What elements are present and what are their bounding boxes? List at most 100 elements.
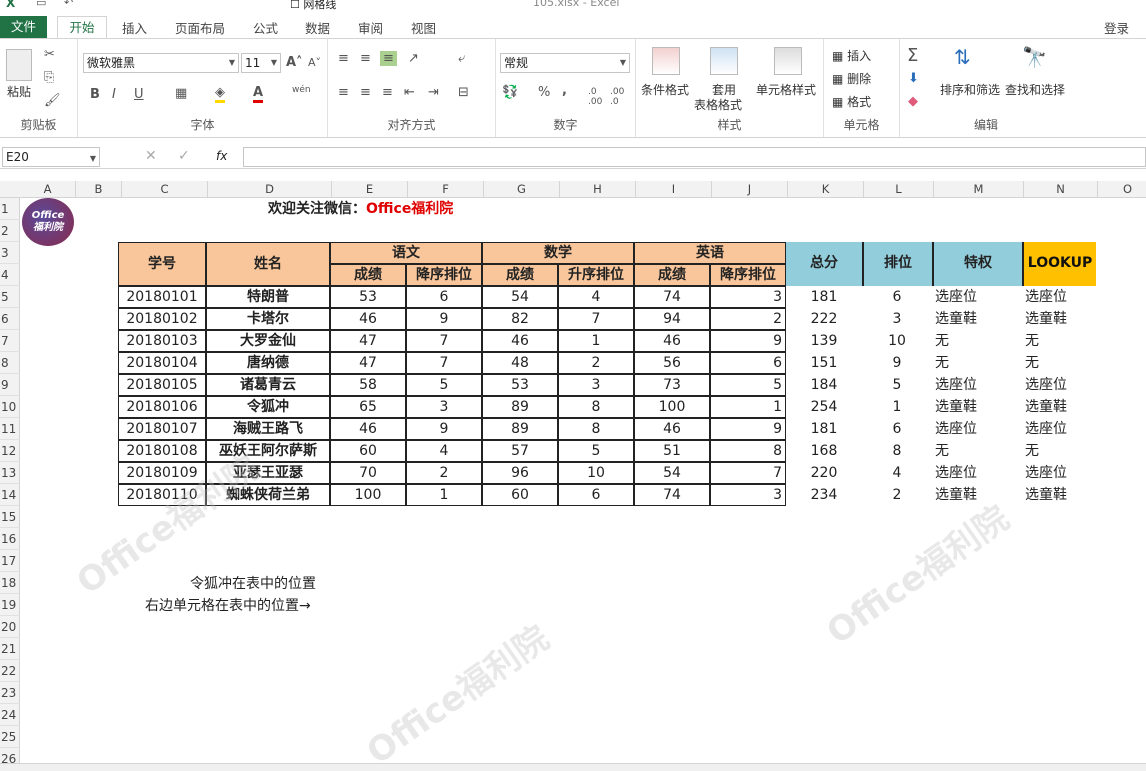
align-bottom-icon[interactable]: ≡ — [380, 51, 397, 66]
comma-button[interactable]: , — [562, 83, 567, 98]
worksheet-grid[interactable]: Office 福利院 欢迎关注微信：Office福利院 学号 姓名 语文 数学 英语 成绩降… — [20, 198, 1146, 771]
row-header-5[interactable]: 5 — [0, 286, 20, 308]
column-header-I[interactable]: I — [636, 181, 712, 198]
insert-cells-button[interactable]: ▦ 插入 — [832, 47, 871, 64]
column-header-A[interactable]: A — [20, 181, 76, 198]
row-header-1[interactable]: 1 — [0, 198, 20, 220]
save-icon[interactable]: ▭ — [36, 0, 46, 9]
font-color-icon[interactable]: A — [253, 85, 264, 103]
find-select-button[interactable]: 查找和选择 — [1005, 81, 1065, 98]
paste-button[interactable]: 粘贴 — [7, 83, 31, 100]
insert-function-icon[interactable]: fx — [216, 149, 227, 163]
paste-icon[interactable] — [6, 49, 32, 81]
formula-input[interactable] — [243, 147, 1146, 167]
row-header-7[interactable]: 7 — [0, 330, 20, 352]
border-icon[interactable]: ▦ — [175, 86, 187, 101]
row-header-11[interactable]: 11 — [0, 418, 20, 440]
column-header-J[interactable]: J — [712, 181, 788, 198]
shrink-font-icon[interactable]: A˅ — [308, 56, 321, 69]
fill-icon[interactable]: ⬇ — [908, 71, 919, 86]
row-header-8[interactable]: 8 — [0, 352, 20, 374]
align-right-icon[interactable]: ≡ — [382, 85, 393, 100]
align-left-icon[interactable]: ≡ — [338, 85, 349, 100]
format-cells-button[interactable]: ▦ 格式 — [832, 93, 871, 110]
row-header-15[interactable]: 15 — [0, 506, 20, 528]
phonetic-icon[interactable]: wén — [292, 85, 311, 95]
row-header-25[interactable]: 25 — [0, 726, 20, 748]
row-header-17[interactable]: 17 — [0, 550, 20, 572]
wrap-text-icon[interactable]: ⤶ — [458, 51, 465, 66]
number-format-select[interactable]: 常规 ▼ — [500, 53, 630, 73]
login-link[interactable]: 登录 — [1104, 18, 1129, 37]
align-middle-icon[interactable]: ≡ — [360, 51, 371, 66]
row-header-4[interactable]: 4 — [0, 264, 20, 286]
row-header-9[interactable]: 9 — [0, 374, 20, 396]
copy-icon[interactable]: ⎘ — [44, 70, 54, 85]
table-format-button-2[interactable]: 表格格式 — [694, 96, 742, 113]
font-size-select[interactable]: 11 ▼ — [241, 53, 281, 73]
increase-indent-icon[interactable]: ⇥ — [428, 85, 439, 100]
row-header-18[interactable]: 18 — [0, 572, 20, 594]
tab-insert[interactable]: 插入 — [122, 18, 147, 37]
row-header-20[interactable]: 20 — [0, 616, 20, 638]
column-header-D[interactable]: D — [208, 181, 332, 198]
orientation-icon[interactable]: ↗ — [408, 51, 419, 66]
find-select-icon[interactable]: 🔭 — [1022, 45, 1047, 69]
italic-button[interactable]: I — [112, 87, 116, 102]
cancel-icon[interactable]: ✕ — [145, 148, 157, 164]
tab-view[interactable]: 视图 — [411, 18, 436, 37]
align-center-icon[interactable]: ≡ — [360, 85, 371, 100]
align-top-icon[interactable]: ≡ — [338, 51, 349, 66]
row-header-14[interactable]: 14 — [0, 484, 20, 506]
row-header-13[interactable]: 13 — [0, 462, 20, 484]
row-header-22[interactable]: 22 — [0, 660, 20, 682]
underline-button[interactable]: U — [134, 87, 144, 102]
row-header-3[interactable]: 3 — [0, 242, 20, 264]
decrease-indent-icon[interactable]: ⇤ — [404, 85, 415, 100]
cell-styles-button[interactable]: 单元格样式 — [756, 81, 816, 98]
delete-cells-button[interactable]: ▦ 删除 — [832, 70, 871, 87]
sort-filter-icon[interactable]: ⇅ — [954, 45, 971, 69]
percent-button[interactable]: % — [538, 85, 550, 100]
conditional-format-button[interactable]: 条件格式 — [641, 81, 689, 98]
tab-home[interactable]: 开始 — [57, 16, 107, 40]
column-header-H[interactable]: H — [560, 181, 636, 198]
tab-file[interactable]: 文件 — [0, 16, 47, 38]
column-header-M[interactable]: M — [934, 181, 1024, 198]
column-header-B[interactable]: B — [76, 181, 122, 198]
name-box[interactable]: E20 ▼ — [2, 147, 100, 167]
row-header-10[interactable]: 10 — [0, 396, 20, 418]
row-header-2[interactable]: 2 — [0, 220, 20, 242]
tab-data[interactable]: 数据 — [305, 18, 330, 37]
column-header-L[interactable]: L — [864, 181, 934, 198]
tab-page-layout[interactable]: 页面布局 — [175, 18, 225, 37]
cell-styles-icon[interactable] — [774, 47, 802, 75]
row-header-19[interactable]: 19 — [0, 594, 20, 616]
column-header-F[interactable]: F — [408, 181, 484, 198]
autosum-icon[interactable]: Σ — [907, 45, 918, 66]
increase-decimal-icon[interactable]: .0.00 — [588, 87, 602, 107]
excel-icon[interactable]: X — [6, 0, 15, 10]
column-header-C[interactable]: C — [122, 181, 208, 198]
column-header-G[interactable]: G — [484, 181, 560, 198]
row-header-23[interactable]: 23 — [0, 682, 20, 704]
gridlines-checkbox[interactable]: ☐ 网格线 — [290, 0, 336, 12]
row-header-6[interactable]: 6 — [0, 308, 20, 330]
enter-icon[interactable]: ✓ — [178, 148, 190, 164]
conditional-format-icon[interactable] — [652, 47, 680, 75]
format-painter-icon[interactable]: 🖌 — [44, 93, 61, 108]
row-header-21[interactable]: 21 — [0, 638, 20, 660]
row-header-24[interactable]: 24 — [0, 704, 20, 726]
cut-icon[interactable]: ✂ — [44, 47, 55, 62]
column-header-K[interactable]: K — [788, 181, 864, 198]
tab-review[interactable]: 审阅 — [358, 18, 383, 37]
column-header-O[interactable]: O — [1098, 181, 1146, 198]
column-header-E[interactable]: E — [332, 181, 408, 198]
currency-icon[interactable]: 💱 — [502, 85, 518, 100]
font-name-select[interactable]: 微软雅黑 ▼ — [83, 53, 239, 73]
grow-font-icon[interactable]: A˄ — [286, 55, 303, 70]
sort-filter-button[interactable]: 排序和筛选 — [940, 81, 1000, 98]
row-header-12[interactable]: 12 — [0, 440, 20, 462]
column-header-N[interactable]: N — [1024, 181, 1098, 198]
fill-color-icon[interactable]: ◈ — [215, 85, 225, 103]
